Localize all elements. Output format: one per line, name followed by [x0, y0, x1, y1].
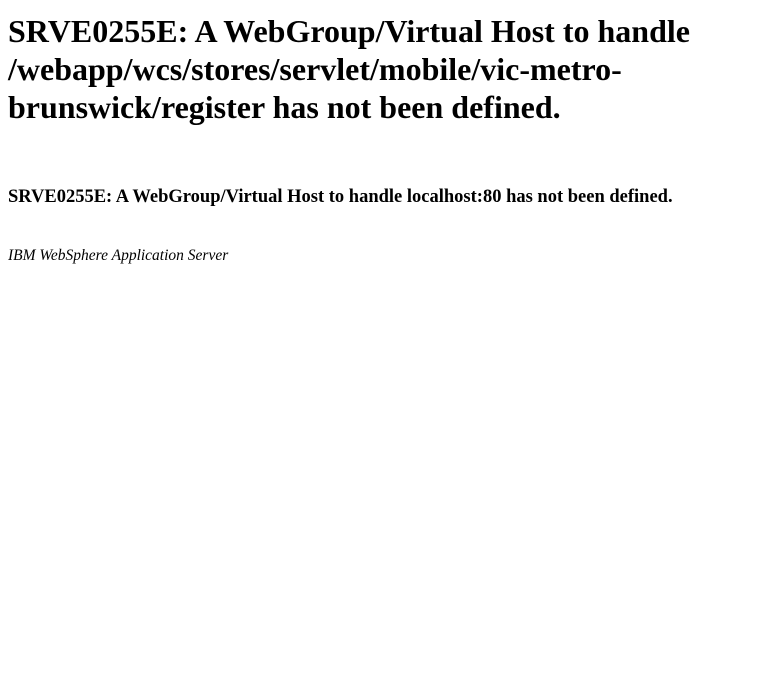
server-signature: IBM WebSphere Application Server [8, 247, 229, 264]
error-title: SRVE0255E: A WebGroup/Virtual Host to ha… [8, 13, 690, 125]
error-page: SRVE0255E: A WebGroup/Virtual Host to ha… [0, 0, 766, 693]
error-detail: SRVE0255E: A WebGroup/Virtual Host to ha… [8, 187, 673, 207]
